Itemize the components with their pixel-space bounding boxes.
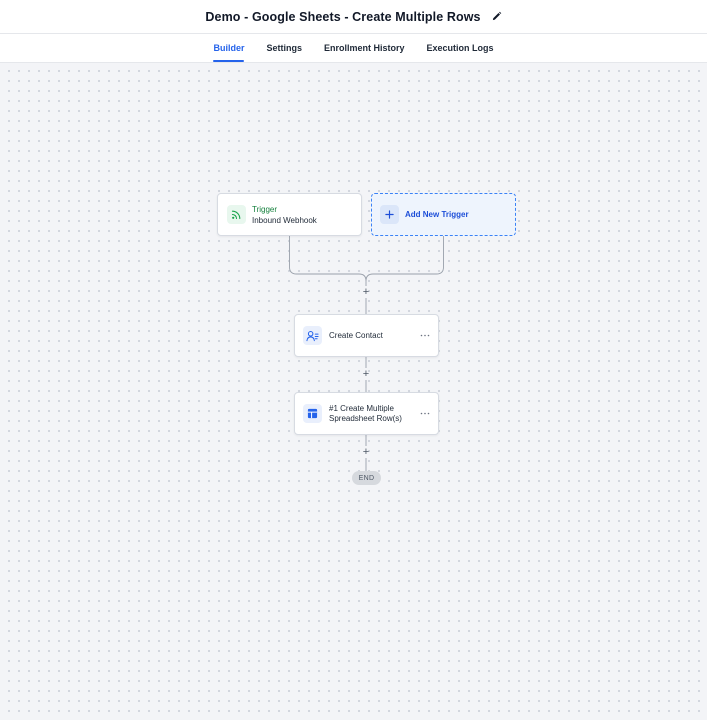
end-node: END xyxy=(352,471,381,485)
add-step-button-3[interactable]: + xyxy=(359,445,373,459)
action-card-create-spreadsheet-rows[interactable]: #1 Create Multiple Spreadsheet Row(s) xyxy=(294,392,439,435)
add-new-trigger-button[interactable]: Add New Trigger xyxy=(371,193,516,236)
plus-icon xyxy=(380,205,399,224)
connector-lines xyxy=(289,236,444,471)
action-label: Create Contact xyxy=(329,330,383,340)
add-step-button-1[interactable]: + xyxy=(359,285,373,299)
action-label: #1 Create Multiple Spreadsheet Row(s) xyxy=(329,403,402,423)
webhook-icon xyxy=(227,205,246,224)
trigger-text: Trigger Inbound Webhook xyxy=(252,204,317,226)
add-new-trigger-label: Add New Trigger xyxy=(405,210,469,219)
add-step-button-2[interactable]: + xyxy=(359,367,373,381)
trigger-card[interactable]: Trigger Inbound Webhook xyxy=(217,193,362,236)
trigger-label: Trigger xyxy=(252,204,278,214)
more-options-icon[interactable] xyxy=(417,412,433,415)
action-card-create-contact[interactable]: Create Contact xyxy=(294,314,439,357)
trigger-subtitle: Inbound Webhook xyxy=(252,215,317,225)
spreadsheet-icon xyxy=(303,404,322,423)
contact-icon xyxy=(303,326,322,345)
more-options-icon[interactable] xyxy=(417,334,433,337)
